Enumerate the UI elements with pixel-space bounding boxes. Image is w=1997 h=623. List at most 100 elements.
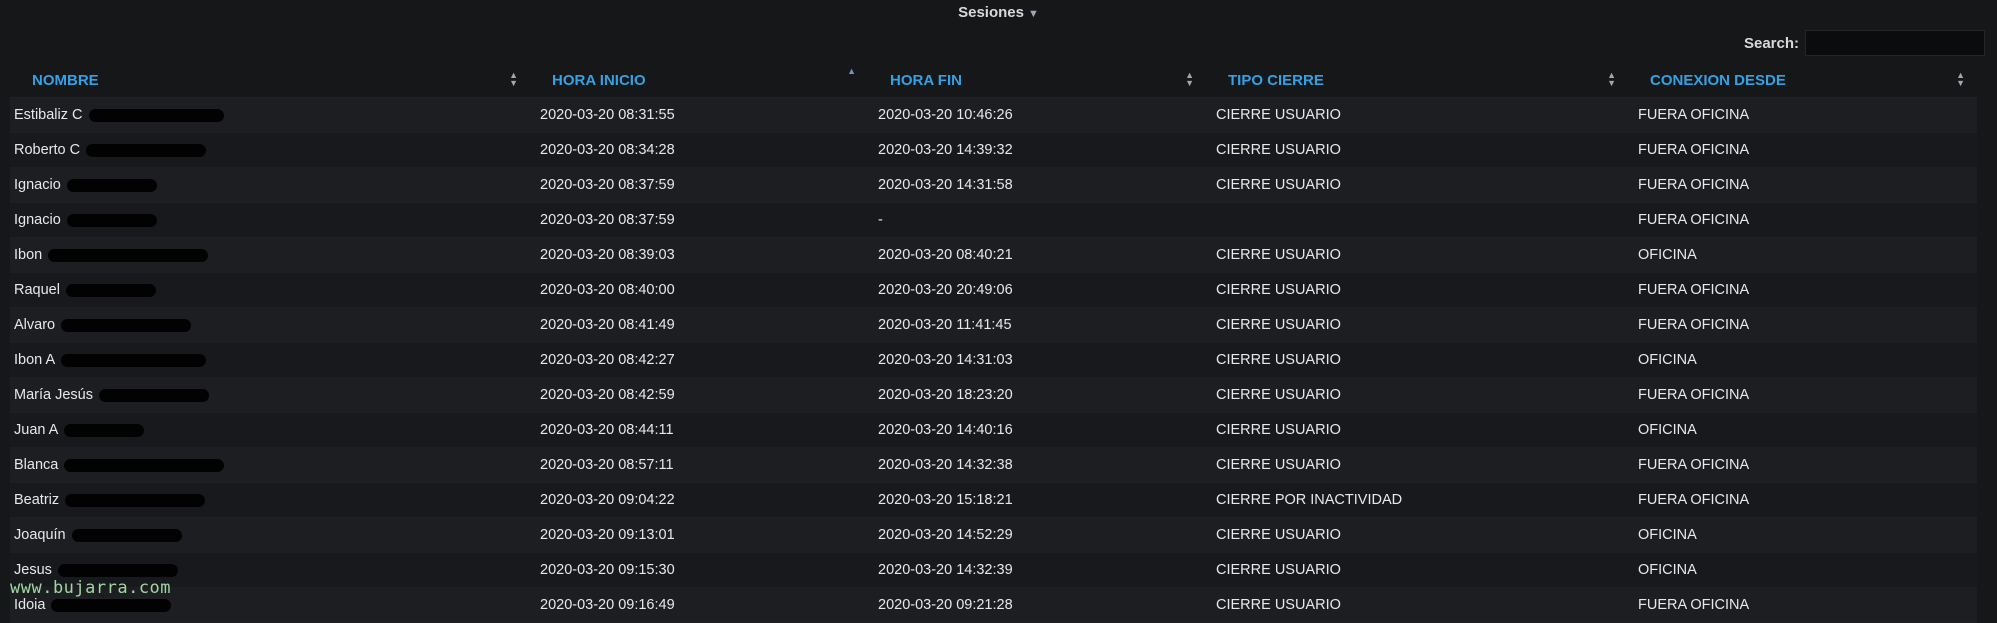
cell-conexion-desde: FUERA OFICINA [1628,167,1977,203]
redaction-mark [51,598,172,612]
cell-hora-inicio: 2020-03-20 08:44:11 [530,412,868,448]
table-row: Blanca 2020-03-20 08:57:11 2020-03-20 14:3… [10,447,1977,483]
cell-conexion-desde: OFICINA [1628,412,1977,448]
cell-conexion-desde: OFICINA [1628,342,1977,378]
cell-hora-inicio: 2020-03-20 08:42:27 [530,342,868,378]
cell-nombre: Roberto C [10,132,530,168]
sort-icon: ▲ ▼ [509,70,518,88]
cell-conexion-desde: FUERA OFICINA [1628,447,1977,483]
cell-hora-fin: 2020-03-20 09:21:28 [868,587,1206,623]
cell-tipo-cierre: CIERRE POR INACTIVIDAD [1206,482,1628,518]
redaction-mark [61,318,192,332]
table-row: Juan A 2020-03-20 08:44:11 2020-03-20 14:4… [10,412,1977,448]
cell-nombre: Joaquín [10,517,530,553]
table-row: Idoia 2020-03-20 09:16:49 2020-03-20 09:21… [10,587,1977,623]
column-header-nombre[interactable]: NOMBRE ▲ ▼ [10,63,530,98]
panel-title[interactable]: Sesiones ▼ [0,4,1997,21]
watermark: www.bujarra.com [10,578,172,598]
cell-hora-fin: 2020-03-20 14:31:58 [868,167,1206,203]
cell-tipo-cierre: CIERRE USUARIO [1206,412,1628,448]
cell-hora-inicio: 2020-03-20 08:40:00 [530,272,868,308]
redaction-mark [98,388,209,402]
cell-conexion-desde: OFICINA [1628,552,1977,588]
cell-conexion-desde: OFICINA [1628,237,1977,273]
search-label: Search: [1743,34,1799,52]
cell-hora-fin: 2020-03-20 20:49:06 [868,272,1206,308]
column-header-hora-inicio[interactable]: HORA INICIO ▲ [530,63,868,98]
cell-hora-inicio: 2020-03-20 08:41:49 [530,307,868,343]
sort-icon: ▲ ▼ [1956,70,1965,88]
table-row: Joaquín 2020-03-20 09:13:01 2020-03-20 14:… [10,517,1977,553]
cell-hora-inicio: 2020-03-20 08:57:11 [530,447,868,483]
cell-conexion-desde: FUERA OFICINA [1628,587,1977,623]
cell-hora-fin: 2020-03-20 15:18:21 [868,482,1206,518]
cell-conexion-desde: FUERA OFICINA [1628,132,1977,168]
cell-hora-fin: 2020-03-20 10:46:26 [868,97,1206,133]
cell-conexion-desde: FUERA OFICINA [1628,97,1977,133]
search-box: Search: [1744,30,1985,56]
redaction-mark [86,143,207,157]
cell-hora-fin: 2020-03-20 11:41:45 [868,307,1206,343]
cell-conexion-desde: FUERA OFICINA [1628,482,1977,518]
cell-nombre: Blanca [10,447,530,483]
cell-nombre: Ibon A [10,342,530,378]
cell-hora-inicio: 2020-03-20 08:42:59 [530,377,868,413]
cell-nombre: Raquel [10,272,530,308]
sort-icon: ▲ ▼ [1185,70,1194,88]
cell-tipo-cierre: CIERRE USUARIO [1206,272,1628,308]
caret-down-icon: ▼ [1027,8,1039,20]
cell-hora-inicio: 2020-03-20 09:13:01 [530,517,868,553]
table-row: Ibon 2020-03-20 08:39:03 2020-03-20 08:40:… [10,237,1977,273]
cell-hora-inicio: 2020-03-20 09:04:22 [530,482,868,518]
sort-ascending-icon: ▲ [847,66,856,76]
cell-nombre: María Jesús [10,377,530,413]
cell-hora-inicio: 2020-03-20 08:37:59 [530,167,868,203]
cell-nombre: Ibon [10,237,530,273]
redaction-mark [64,423,145,437]
redaction-mark [66,213,157,227]
cell-nombre: Estibaliz C [10,97,530,133]
sort-icon: ▲ ▼ [1607,70,1616,88]
cell-tipo-cierre: CIERRE USUARIO [1206,587,1628,623]
cell-hora-fin: 2020-03-20 14:39:32 [868,132,1206,168]
table-row: Raquel 2020-03-20 08:40:00 2020-03-20 20:4… [10,272,1977,308]
sessions-table: NOMBRE ▲ ▼ HORA INICIO ▲ HORA FIN ▲ ▼ TIPO CI… [10,63,1977,623]
cell-hora-fin: 2020-03-20 14:32:39 [868,552,1206,588]
cell-tipo-cierre: CIERRE USUARIO [1206,97,1628,133]
cell-tipo-cierre [1206,202,1628,238]
cell-hora-inicio: 2020-03-20 08:39:03 [530,237,868,273]
table-row: Beatriz 2020-03-20 09:04:22 2020-03-20 15:… [10,482,1977,518]
cell-hora-inicio: 2020-03-20 08:37:59 [530,202,868,238]
column-header-hora-fin[interactable]: HORA FIN ▲ ▼ [868,63,1206,98]
cell-nombre: Beatriz [10,482,530,518]
cell-hora-fin: 2020-03-20 14:31:03 [868,342,1206,378]
cell-hora-inicio: 2020-03-20 08:34:28 [530,132,868,168]
cell-nombre: Ignacio [10,202,530,238]
cell-nombre: Ignacio [10,167,530,203]
cell-hora-fin: - [868,202,1206,238]
redaction-mark [65,283,156,297]
column-header-conexion-desde[interactable]: CONEXION DESDE ▲ ▼ [1628,63,1977,98]
redaction-mark [57,563,178,577]
cell-tipo-cierre: CIERRE USUARIO [1206,447,1628,483]
redaction-mark [88,108,224,122]
table-row: Estibaliz C 2020-03-20 08:31:55 2020-03-20… [10,97,1977,133]
cell-tipo-cierre: CIERRE USUARIO [1206,517,1628,553]
redaction-mark [65,493,206,507]
column-header-tipo-cierre[interactable]: TIPO CIERRE ▲ ▼ [1206,63,1628,98]
cell-hora-inicio: 2020-03-20 09:15:30 [530,552,868,588]
cell-conexion-desde: FUERA OFICINA [1628,377,1977,413]
cell-hora-inicio: 2020-03-20 09:16:49 [530,587,868,623]
cell-hora-fin: 2020-03-20 08:40:21 [868,237,1206,273]
cell-conexion-desde: OFICINA [1628,517,1977,553]
redaction-mark [61,353,207,367]
table-row: María Jesús 2020-03-20 08:42:59 2020-03-20… [10,377,1977,413]
search-input[interactable] [1805,30,1985,56]
cell-tipo-cierre: CIERRE USUARIO [1206,552,1628,588]
table-row: Ignacio 2020-03-20 08:37:59- FUERA OFICINA [10,202,1977,238]
cell-nombre: Juan A [10,412,530,448]
table-row: Ignacio 2020-03-20 08:37:59 2020-03-20 14:… [10,167,1977,203]
cell-tipo-cierre: CIERRE USUARIO [1206,167,1628,203]
table-row: Ibon A 2020-03-20 08:42:27 2020-03-20 14:3… [10,342,1977,378]
cell-hora-fin: 2020-03-20 14:52:29 [868,517,1206,553]
